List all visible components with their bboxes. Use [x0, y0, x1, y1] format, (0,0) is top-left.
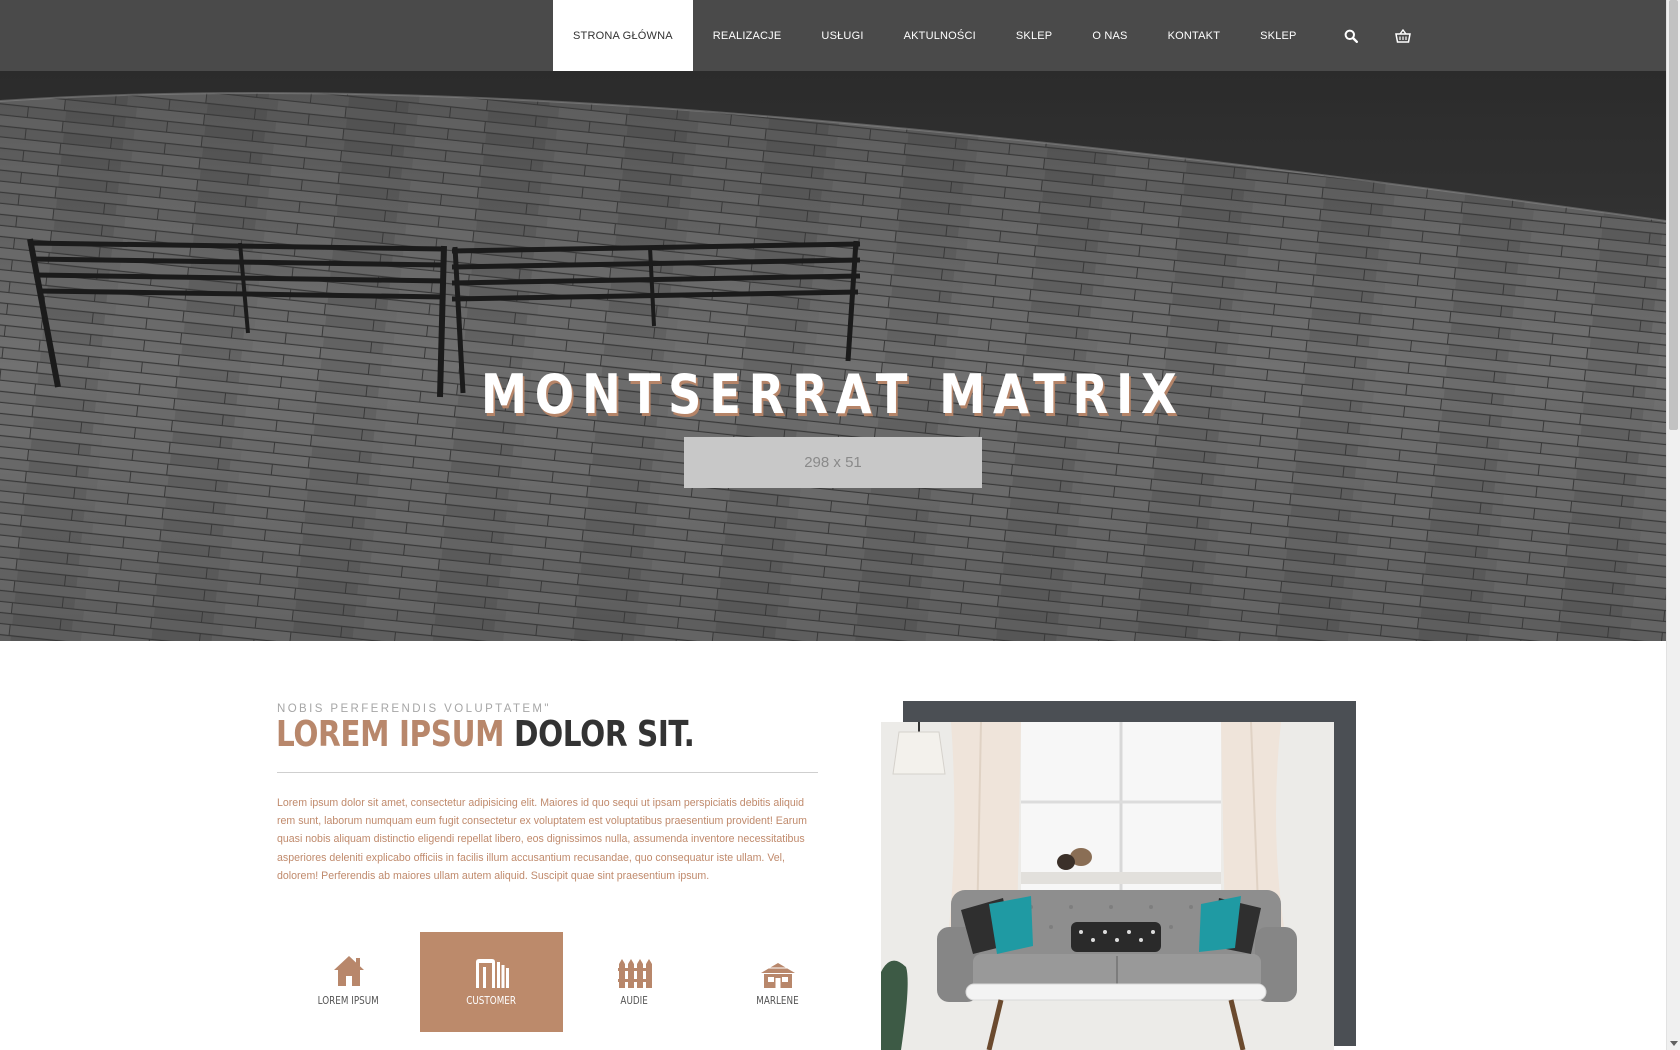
feature-label: LOREM IPSUM [317, 994, 380, 1007]
nav-item-label: AKTULNOŚCI [903, 29, 976, 42]
feature-tile-customer[interactable]: CUSTOMER [420, 932, 563, 1032]
feature-label: CUSTOMER [466, 994, 517, 1007]
nav-item-label: SKLEP [1260, 29, 1297, 42]
hero-placeholder-button[interactable]: 298 x 51 [684, 437, 982, 488]
feature-label: MARLENE [756, 994, 799, 1007]
headline-rest: DOLOR SIT. [514, 714, 695, 755]
section-divider [277, 772, 818, 773]
section-headline: LOREM IPSUM DOLOR SIT. [276, 714, 695, 755]
nav-item-strona-glowna[interactable]: STRONA GŁÓWNA [553, 0, 693, 71]
nav-item-o-nas[interactable]: O NAS [1072, 0, 1147, 71]
page: STRONA GŁÓWNA REALIZACJE USŁUGI AKTULNOŚ… [0, 0, 1680, 1050]
cart-button[interactable] [1377, 0, 1429, 71]
hero-title: MONTSERRAT MATRIX [480, 363, 1185, 426]
page-scrollbar[interactable] [1666, 0, 1680, 1050]
feature-tile-audie[interactable]: AUDIE [563, 932, 706, 1032]
search-button[interactable] [1325, 0, 1377, 71]
scrollbar-thumb[interactable] [1669, 0, 1678, 430]
books-icon [475, 959, 509, 988]
basket-icon [1394, 28, 1411, 43]
living-room-image [881, 722, 1334, 1050]
nav-item-label: USŁUGI [821, 29, 864, 42]
nav-item-uslugi[interactable]: USŁUGI [801, 0, 883, 71]
nav-item-kontakt[interactable]: KONTAKT [1148, 0, 1241, 71]
nav-item-aktualnosci[interactable]: AKTULNOŚCI [884, 0, 996, 71]
nav-item-label: KONTAKT [1167, 29, 1221, 42]
hero-background-image [0, 71, 1666, 641]
cabin-icon [760, 963, 795, 988]
nav-item-label: SKLEP [1015, 29, 1053, 42]
headline-accent: LOREM IPSUM [276, 714, 505, 755]
scroll-down-arrow-icon[interactable] [1670, 1041, 1678, 1046]
nav-item-label: REALIZACJE [712, 29, 782, 42]
house-icon [333, 956, 364, 986]
nav-item-realizacje[interactable]: REALIZACJE [693, 0, 802, 71]
hero-banner: MONTSERRAT MATRIX 298 x 51 [0, 71, 1666, 641]
nav-item-sklep-2[interactable]: SKLEP [1240, 0, 1316, 71]
fence-icon [617, 959, 652, 988]
nav-menu: STRONA GŁÓWNA REALIZACJE USŁUGI AKTULNOŚ… [553, 0, 1429, 71]
feature-tile-marlene[interactable]: MARLENE [706, 932, 849, 1032]
search-icon [1344, 29, 1358, 43]
section-body-text: Lorem ipsum dolor sit amet, consectetur … [277, 797, 807, 882]
nav-item-sklep[interactable]: SKLEP [996, 0, 1072, 71]
top-navigation: STRONA GŁÓWNA REALIZACJE USŁUGI AKTULNOŚ… [0, 0, 1666, 71]
feature-tiles: LOREM IPSUM CUSTOMER AUDIE MARLENE [277, 932, 849, 1032]
living-room-photo [881, 722, 1334, 1050]
feature-tile-lorem-ipsum[interactable]: LOREM IPSUM [277, 932, 420, 1032]
feature-label: AUDIE [620, 994, 649, 1007]
nav-item-label: O NAS [1092, 29, 1128, 42]
nav-item-label: STRONA GŁÓWNA [573, 29, 673, 42]
